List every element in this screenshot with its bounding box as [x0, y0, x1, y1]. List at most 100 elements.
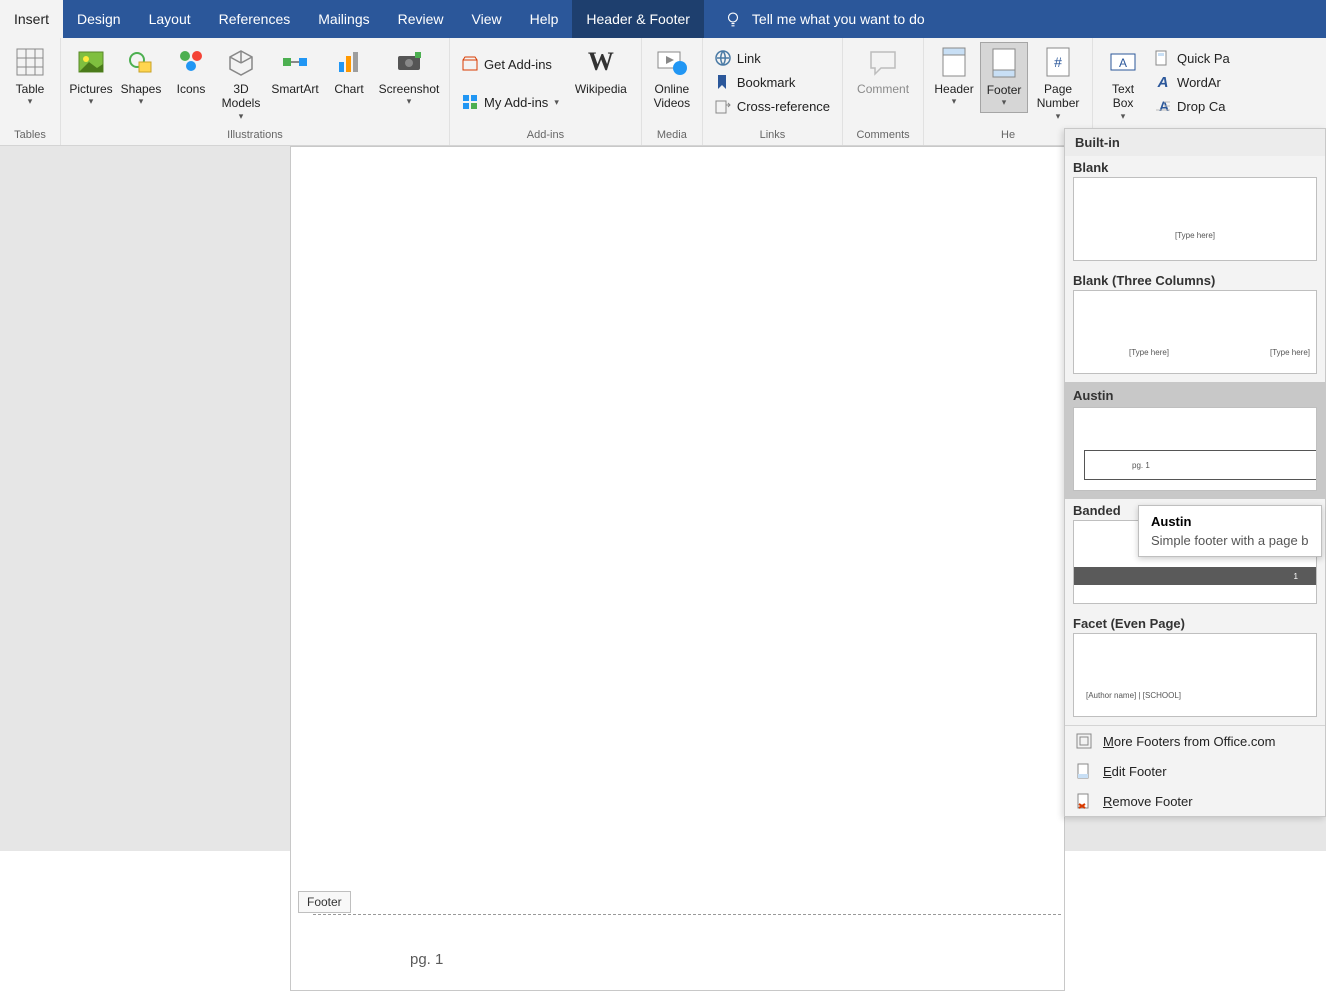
chevron-down-icon: ▾ — [554, 97, 559, 108]
group-illustrations: Pictures ▾ Shapes ▾ Icons 3D Models ▾ Sm… — [61, 38, 450, 145]
gallery-footer-commands: More Footers from Office.com Edit Footer… — [1065, 725, 1325, 816]
group-addins: Get Add-ins My Add-ins ▾ W Wikipedia Add… — [450, 38, 642, 145]
ribbon-tabs: Insert Design Layout References Mailings… — [0, 0, 1326, 38]
preview-placeholder: [Type here] — [1129, 348, 1169, 357]
cross-reference-button[interactable]: Cross-reference — [709, 94, 836, 118]
label: WordAr — [1177, 75, 1221, 90]
gallery-item-austin[interactable]: Austin pg. 1 — [1065, 382, 1325, 499]
text-box-button[interactable]: A Text Box ▾ — [1099, 42, 1147, 126]
group-label-addins: Add-ins — [527, 129, 564, 143]
table-label: Table — [16, 82, 45, 96]
table-icon — [14, 46, 46, 78]
tab-insert[interactable]: Insert — [0, 0, 63, 38]
tab-design[interactable]: Design — [63, 0, 135, 38]
tab-header-footer[interactable]: Header & Footer — [572, 0, 704, 38]
comment-button[interactable]: Comment — [849, 42, 917, 100]
group-media: Online Videos Media — [642, 38, 703, 145]
tab-review[interactable]: Review — [384, 0, 458, 38]
video-icon — [656, 46, 688, 78]
cube-icon — [225, 46, 257, 78]
chevron-down-icon: ▾ — [139, 96, 144, 107]
comment-icon — [867, 46, 899, 78]
gallery-item-blank[interactable]: [Type here] — [1065, 177, 1325, 269]
group-label-links: Links — [760, 129, 786, 143]
tab-references[interactable]: References — [205, 0, 305, 38]
tab-view[interactable]: View — [458, 0, 516, 38]
tab-help[interactable]: Help — [516, 0, 573, 38]
footer-content-text[interactable]: pg. 1 — [410, 951, 443, 968]
label: Get Add-ins — [484, 57, 552, 72]
remove-footer-command[interactable]: Remove Footer — [1065, 786, 1325, 816]
label: Text Box — [1112, 82, 1134, 111]
group-links: Link Bookmark Cross-reference Links — [703, 38, 843, 145]
edit-footer-command[interactable]: Edit Footer — [1065, 756, 1325, 786]
label: My Add-ins — [484, 95, 548, 110]
chart-icon — [333, 46, 365, 78]
preview-page-number: pg. 1 — [1132, 461, 1150, 470]
textbox-icon: A — [1107, 46, 1139, 78]
gallery-item-blank-three-columns[interactable]: [Type here] [Type here] — [1065, 290, 1325, 382]
quick-parts-button[interactable]: Quick Pa — [1149, 46, 1236, 70]
lightbulb-icon — [724, 10, 742, 28]
chevron-down-icon: ▾ — [407, 96, 412, 107]
picture-icon — [75, 46, 107, 78]
label: Screenshot — [379, 82, 440, 96]
pictures-button[interactable]: Pictures ▾ — [67, 42, 115, 111]
icons-button[interactable]: Icons — [167, 42, 215, 100]
label: Footer — [987, 83, 1022, 97]
bookmark-icon — [715, 74, 731, 90]
label: Edit Footer — [1103, 764, 1167, 779]
label: Online Videos — [654, 82, 690, 111]
preview-placeholder: [Type here] — [1175, 231, 1215, 240]
preview-placeholder: [Type here] — [1270, 348, 1310, 357]
screenshot-button[interactable]: Screenshot ▾ — [375, 42, 443, 111]
group-tables: Table ▾ Tables — [0, 38, 61, 145]
office-icon — [1075, 732, 1093, 750]
wikipedia-button[interactable]: W Wikipedia — [567, 42, 635, 100]
3d-models-button[interactable]: 3D Models ▾ — [217, 42, 265, 126]
tab-mailings[interactable]: Mailings — [304, 0, 383, 38]
shapes-button[interactable]: Shapes ▾ — [117, 42, 165, 111]
chart-button[interactable]: Chart — [325, 42, 373, 100]
document-page[interactable] — [290, 146, 1065, 991]
tooltip-description: Simple footer with a page b — [1151, 533, 1309, 548]
link-icon — [715, 50, 731, 66]
camera-icon — [393, 46, 425, 78]
more-footers-command[interactable]: More Footers from Office.com — [1065, 726, 1325, 756]
tell-me-search[interactable]: Tell me what you want to do — [704, 0, 925, 38]
footer-button[interactable]: Footer ▾ — [980, 42, 1028, 113]
header-icon — [938, 46, 970, 78]
get-addins-button[interactable]: Get Add-ins — [456, 52, 565, 76]
page-number-button[interactable]: # Page Number ▾ — [1030, 42, 1086, 126]
chevron-down-icon: ▾ — [239, 111, 244, 122]
gallery-tooltip: Austin Simple footer with a page b — [1138, 505, 1322, 557]
smartart-button[interactable]: SmartArt — [267, 42, 323, 100]
footer-section-tag: Footer — [298, 891, 351, 913]
tab-layout[interactable]: Layout — [135, 0, 205, 38]
edit-icon — [1075, 762, 1093, 780]
bookmark-button[interactable]: Bookmark — [709, 70, 836, 94]
link-button[interactable]: Link — [709, 46, 836, 70]
table-button[interactable]: Table ▾ — [6, 42, 54, 111]
footer-gallery-dropdown: Built-in Blank [Type here] Blank (Three … — [1064, 128, 1326, 817]
label: Wikipedia — [575, 82, 627, 96]
tell-me-label: Tell me what you want to do — [752, 11, 925, 27]
addins-icon — [462, 94, 478, 110]
group-label-media: Media — [657, 129, 687, 143]
svg-text:#: # — [1054, 54, 1062, 70]
label: Quick Pa — [1177, 51, 1230, 66]
label: Page Number — [1037, 82, 1080, 111]
group-label-comments: Comments — [856, 129, 909, 143]
label: Chart — [334, 82, 363, 96]
label: 3D Models — [222, 82, 261, 111]
dropcap-icon: A — [1155, 98, 1171, 114]
preview-author-school: [Author name] | [SCHOOL] — [1086, 691, 1181, 700]
crossref-icon — [715, 98, 731, 114]
wordart-button[interactable]: A WordAr — [1149, 70, 1236, 94]
group-comments: Comment Comments — [843, 38, 924, 145]
online-videos-button[interactable]: Online Videos — [648, 42, 696, 115]
header-button[interactable]: Header ▾ — [930, 42, 978, 111]
gallery-item-facet-even[interactable]: [Author name] | [SCHOOL] — [1065, 633, 1325, 725]
drop-cap-button[interactable]: A Drop Ca — [1149, 94, 1236, 118]
my-addins-button[interactable]: My Add-ins ▾ — [456, 90, 565, 114]
